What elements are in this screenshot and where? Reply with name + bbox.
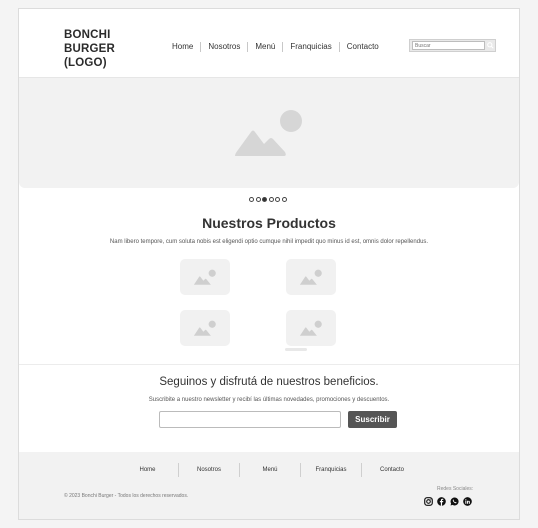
carousel-dot[interactable] xyxy=(268,197,274,202)
footer: Home Nosotros Menú Franquicias Contacto … xyxy=(19,452,519,519)
main-nav: Home Nosotros Menú Franquicias Contacto xyxy=(165,42,386,54)
image-placeholder-icon xyxy=(299,269,322,285)
page: BONCHI BURGER (LOGO) Home Nosotros Menú … xyxy=(18,8,520,520)
product-card[interactable] xyxy=(286,310,336,346)
logo-line: BURGER xyxy=(64,43,116,55)
footer-nav-franquicias[interactable]: Franquicias xyxy=(300,463,361,477)
search-icon[interactable] xyxy=(485,40,495,51)
carousel-dot[interactable] xyxy=(281,197,287,202)
products-scroll-indicator[interactable] xyxy=(285,348,307,351)
carousel-dots xyxy=(249,197,287,202)
image-placeholder-icon xyxy=(193,269,216,285)
logo[interactable]: BONCHI BURGER (LOGO) xyxy=(64,28,115,70)
hero-banner xyxy=(19,78,519,188)
carousel-dot[interactable] xyxy=(249,197,254,202)
products-title: Nuestros Productos xyxy=(202,215,336,231)
subscribe-button[interactable]: Suscribir xyxy=(348,411,397,428)
newsletter-title: Seguinos y disfrutá de nuestros benefici… xyxy=(159,376,379,388)
linkedin-icon[interactable] xyxy=(462,496,472,506)
product-card[interactable] xyxy=(180,310,230,346)
newsletter-description: Suscribite a nuestro newsletter y recibí… xyxy=(148,397,390,403)
whatsapp-icon[interactable] xyxy=(449,496,459,506)
instagram-icon[interactable] xyxy=(423,496,433,506)
footer-nav-menu[interactable]: Menú xyxy=(239,463,300,477)
image-placeholder-icon xyxy=(299,320,322,336)
nav-franquicias[interactable]: Franquicias xyxy=(282,42,338,52)
copyright: © 2023 Bonchi Burger - Todos los derecho… xyxy=(64,493,189,499)
header: BONCHI BURGER (LOGO) Home Nosotros Menú … xyxy=(19,9,519,78)
social-links xyxy=(423,496,472,506)
carousel-dot[interactable] xyxy=(255,197,261,202)
social-label: Redes Sociales: xyxy=(437,486,474,492)
facebook-icon[interactable] xyxy=(436,496,446,506)
image-placeholder-icon xyxy=(193,320,216,336)
search-box xyxy=(409,39,496,52)
carousel-dot[interactable] xyxy=(275,197,280,202)
newsletter-section: Seguinos y disfrutá de nuestros benefici… xyxy=(19,364,519,452)
nav-nosotros[interactable]: Nosotros xyxy=(200,42,247,52)
logo-line: BONCHI xyxy=(64,29,111,41)
footer-nav-home[interactable]: Home xyxy=(117,463,178,477)
footer-nav: Home Nosotros Menú Franquicias Contacto xyxy=(117,463,422,477)
footer-nav-contacto[interactable]: Contacto xyxy=(361,463,422,477)
carousel-dot-active[interactable] xyxy=(262,197,267,202)
image-placeholder-icon xyxy=(235,110,302,156)
nav-home[interactable]: Home xyxy=(165,42,200,52)
nav-menu[interactable]: Menú xyxy=(247,42,282,52)
newsletter-email-input[interactable] xyxy=(159,411,341,428)
search-input[interactable] xyxy=(412,41,486,50)
product-card[interactable] xyxy=(286,259,336,295)
nav-contacto[interactable]: Contacto xyxy=(338,42,386,52)
product-card[interactable] xyxy=(180,259,230,295)
logo-line: (LOGO) xyxy=(64,57,107,69)
footer-nav-nosotros[interactable]: Nosotros xyxy=(178,463,239,477)
products-description: Nam libero tempore, cum soluta nobis est… xyxy=(109,239,429,245)
